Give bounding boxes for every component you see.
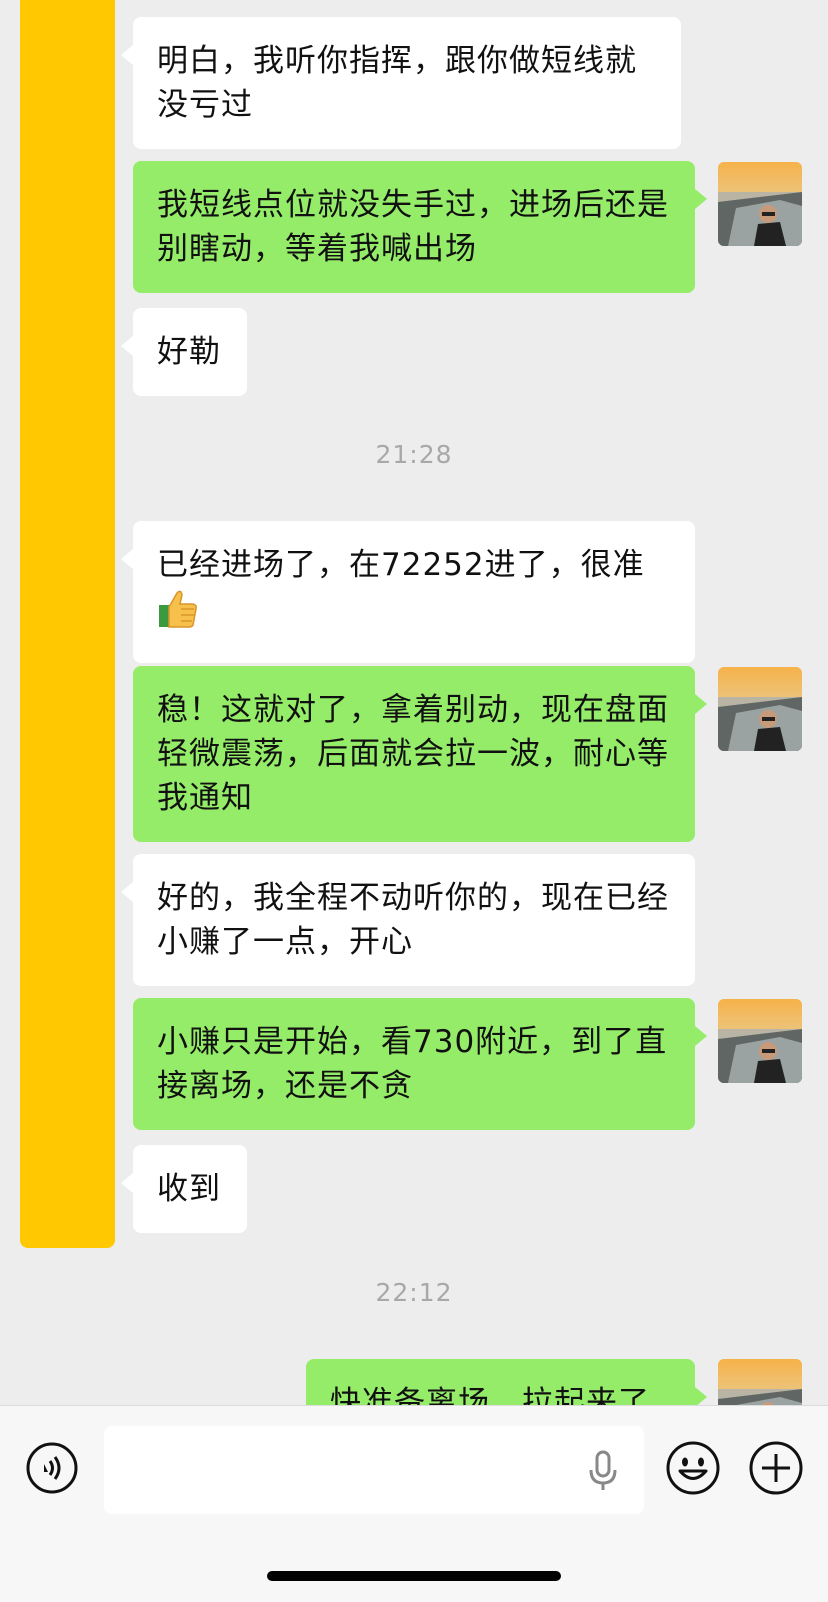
emoji-button[interactable]: [665, 1440, 721, 1496]
avatar[interactable]: [718, 162, 802, 246]
input-toolbar: [0, 1405, 828, 1602]
outgoing-message[interactable]: 快准备离场，拉起来了: [306, 1359, 707, 1405]
message-list[interactable]: 明白，我听你指挥，跟你做短线就没亏过 我短线点位就没失手过，进场后还是别瞎动，等…: [0, 0, 828, 1405]
incoming-message[interactable]: 收到: [121, 1145, 247, 1233]
message-text: 好勒: [157, 334, 221, 370]
voice-input-button[interactable]: [26, 1442, 78, 1494]
incoming-message[interactable]: 好的，我全程不动听你的，现在已经小赚了一点，开心: [121, 854, 695, 986]
incoming-message[interactable]: 已经进场了，在72252进了，很准: [121, 521, 695, 663]
outgoing-message[interactable]: 小赚只是开始，看730附近，到了直接离场，还是不贪: [133, 998, 707, 1130]
message-text: 已经进场了，在72252进了，很准: [157, 547, 645, 583]
message-text: 明白，我听你指挥，跟你做短线就没亏过: [157, 43, 637, 123]
highlight-overlay-bar: [20, 0, 115, 1248]
message-text: 稳！这就对了，拿着别动，现在盘面轻微震荡，后面就会拉一波，耐心等我通知: [157, 692, 669, 816]
message-text: 好的，我全程不动听你的，现在已经小赚了一点，开心: [157, 880, 669, 960]
avatar[interactable]: [718, 667, 802, 751]
voice-icon: [26, 1442, 78, 1494]
chat-screen: 明白，我听你指挥，跟你做短线就没亏过 我短线点位就没失手过，进场后还是别瞎动，等…: [0, 0, 828, 1602]
outgoing-message[interactable]: 稳！这就对了，拿着别动，现在盘面轻微震荡，后面就会拉一波，耐心等我通知: [133, 666, 707, 842]
message-input[interactable]: [104, 1426, 644, 1514]
avatar[interactable]: [718, 999, 802, 1083]
thumbs-up-emoji: [157, 587, 199, 641]
message-text: 小赚只是开始，看730附近，到了直接离场，还是不贪: [157, 1024, 668, 1104]
timestamp: 21:28: [375, 440, 453, 469]
avatar[interactable]: [718, 1359, 802, 1405]
plus-icon: [749, 1441, 803, 1495]
timestamp: 22:12: [375, 1278, 453, 1307]
incoming-message[interactable]: 好勒: [121, 308, 247, 396]
message-text: 我短线点位就没失手过，进场后还是别瞎动，等着我喊出场: [157, 187, 669, 267]
incoming-message[interactable]: 明白，我听你指挥，跟你做短线就没亏过: [121, 17, 681, 149]
home-indicator: [267, 1571, 561, 1581]
smiley-icon: [666, 1441, 720, 1495]
more-options-button[interactable]: [748, 1440, 804, 1496]
outgoing-message[interactable]: 我短线点位就没失手过，进场后还是别瞎动，等着我喊出场: [133, 161, 707, 293]
message-text: 快准备离场，拉起来了: [330, 1385, 650, 1405]
mic-icon[interactable]: [588, 1450, 618, 1492]
message-text: 收到: [157, 1171, 221, 1207]
